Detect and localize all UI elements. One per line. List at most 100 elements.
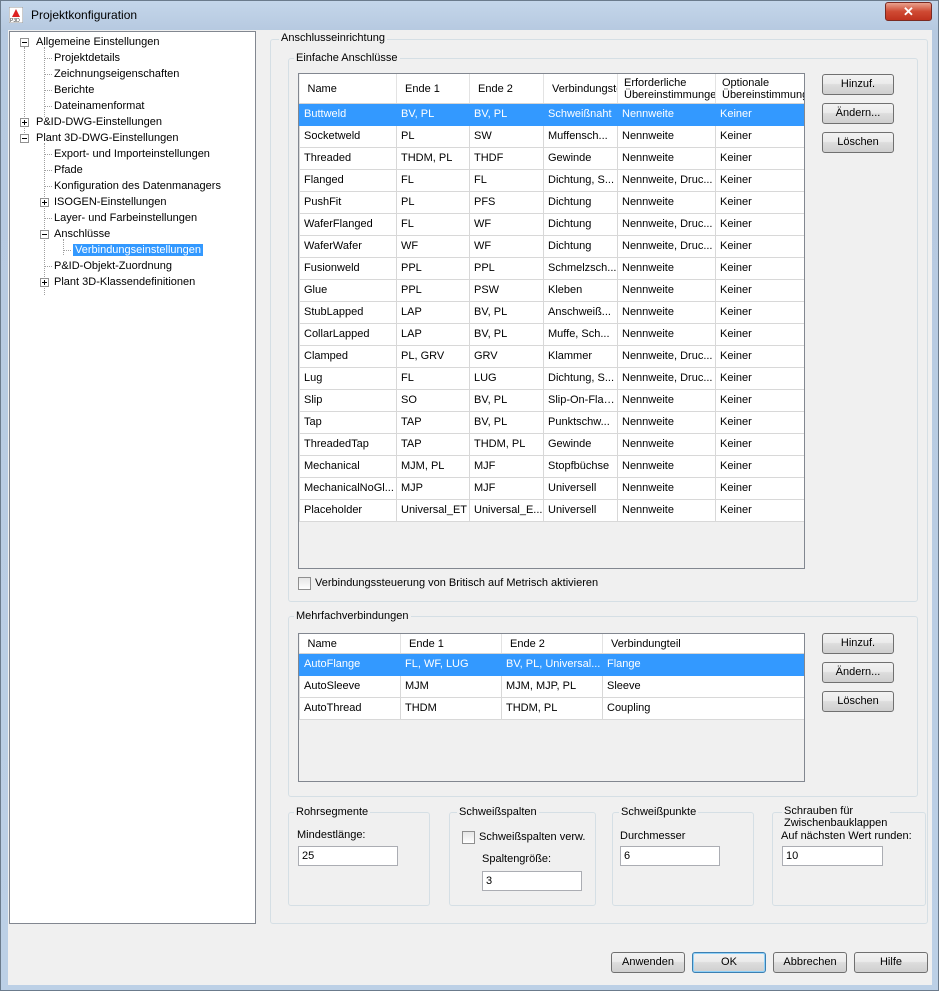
table-cell: Slip-On-Flan... bbox=[543, 389, 618, 412]
multi-connections-grid[interactable]: Name Ende 1 Ende 2 Verbindungteil AutoFlang… bbox=[298, 633, 805, 782]
gap-size-input[interactable]: 3 bbox=[482, 871, 582, 891]
table-row[interactable]: WaferFlanged FL WF Dichtung Nennweite, Druc.… bbox=[299, 213, 804, 236]
table-row[interactable]: StubLapped LAP BV, PL Anschweiß... Nennweite… bbox=[299, 301, 804, 324]
tree-item[interactable]: Konfiguration des Datenmanagers bbox=[54, 178, 221, 194]
column-header-label: Verbindungsteil bbox=[552, 82, 617, 95]
simple-delete-button[interactable]: Löschen bbox=[822, 132, 894, 153]
round-up-input[interactable]: 10 bbox=[782, 846, 883, 866]
table-cell: Stopfbüchse bbox=[543, 455, 618, 478]
tree-item[interactable]: Export- und Importeinstellungen bbox=[54, 146, 210, 162]
column-header[interactable]: Verbindungsteil bbox=[543, 74, 618, 104]
cancel-button[interactable]: Abbrechen bbox=[773, 952, 847, 973]
tree-item[interactable]: Dateinamenformat bbox=[54, 98, 145, 114]
ok-button[interactable]: OK bbox=[692, 952, 766, 973]
table-cell: MJM, PL bbox=[396, 455, 470, 478]
column-header[interactable]: Name bbox=[299, 74, 397, 104]
simple-connections-grid[interactable]: NameEnde 1Ende 2 VerbindungsteilErforderl… bbox=[298, 73, 805, 569]
multi-add-button[interactable]: Hinzuf. bbox=[822, 633, 894, 654]
table-row[interactable]: Threaded THDM, PL THDF Gewinde Nennweite Kein… bbox=[299, 147, 804, 170]
weld-points-title: Schweißpunkte bbox=[619, 806, 699, 818]
table-row[interactable]: Mechanical MJM, PL MJF Stopfbüchse Nennweite… bbox=[299, 455, 804, 478]
simple-add-button[interactable]: Hinzuf. bbox=[822, 74, 894, 95]
tree-item-label: Pfade bbox=[54, 164, 83, 176]
table-cell: Anschweiß... bbox=[543, 301, 618, 324]
column-header[interactable]: Ende 2 bbox=[469, 74, 544, 104]
table-cell: MJF bbox=[469, 477, 544, 500]
table-row[interactable]: AutoSleeve MJM MJM, MJP, PL Sleeve bbox=[299, 675, 804, 698]
table-cell: Nennweite bbox=[617, 125, 716, 148]
expand-icon[interactable] bbox=[40, 278, 49, 287]
expand-icon[interactable] bbox=[20, 118, 29, 127]
collapse-icon[interactable] bbox=[20, 134, 29, 143]
diameter-input[interactable]: 6 bbox=[620, 846, 720, 866]
tree-item[interactable]: P&ID-Objekt-Zuordnung bbox=[54, 258, 172, 274]
table-row[interactable]: Glue PPL PSW Kleben Nennweite Keiner bbox=[299, 279, 804, 302]
table-cell: THDM, PL bbox=[469, 433, 544, 456]
column-header[interactable]: Ende 1 bbox=[396, 74, 470, 104]
simple-edit-button[interactable]: Ändern... bbox=[822, 103, 894, 124]
tree-item[interactable]: Zeichnungseigenschaften bbox=[54, 66, 179, 82]
tree-item[interactable]: Plant 3D-DWG-Einstellungen bbox=[36, 130, 178, 146]
collapse-icon[interactable] bbox=[20, 38, 29, 47]
diameter-label: Durchmesser bbox=[620, 830, 686, 842]
imperial-metric-checkbox[interactable] bbox=[298, 577, 311, 590]
tree-guide-line bbox=[44, 186, 52, 187]
table-cell: Nennweite bbox=[617, 499, 716, 522]
tree-item[interactable]: Layer- und Farbeinstellungen bbox=[54, 210, 197, 226]
table-cell: Schmelzsch... bbox=[543, 257, 618, 280]
tree-item[interactable]: Plant 3D-Klassendefinitionen bbox=[54, 274, 195, 290]
tree-item[interactable]: Allgemeine Einstellungen bbox=[36, 34, 160, 50]
table-cell: Flanged bbox=[299, 169, 397, 192]
column-header[interactable]: Verbindungteil bbox=[602, 634, 804, 654]
table-cell: Nennweite bbox=[617, 477, 716, 500]
table-row[interactable]: AutoFlange FL, WF, LUG BV, PL, Universal..… bbox=[299, 653, 804, 676]
table-cell: Nennweite, Druc... bbox=[617, 169, 716, 192]
table-cell: Nennweite bbox=[617, 147, 716, 170]
table-cell: Nennweite bbox=[617, 411, 716, 434]
multi-edit-button[interactable]: Ändern... bbox=[822, 662, 894, 683]
min-length-input[interactable]: 25 bbox=[298, 846, 398, 866]
use-weld-gaps-checkbox[interactable] bbox=[462, 831, 475, 844]
tree-guide-line bbox=[44, 170, 52, 171]
apply-button[interactable]: Anwenden bbox=[611, 952, 685, 973]
column-header[interactable]: Name bbox=[299, 634, 401, 654]
table-row[interactable]: PushFit PL PFS Dichtung Nennweite Keiner bbox=[299, 191, 804, 214]
table-row[interactable]: ThreadedTap TAP THDM, PL Gewinde Nennweite Ke… bbox=[299, 433, 804, 456]
table-row[interactable]: Buttweld BV, PL BV, PL Schweißnaht Nennweite… bbox=[299, 103, 804, 126]
table-row[interactable]: Tap TAP BV, PL Punktschw... Nennweite Keiner bbox=[299, 411, 804, 434]
settings-tree[interactable]: Allgemeine Einstellungen Projektdetails Ze… bbox=[9, 31, 256, 924]
table-row[interactable]: Lug FL LUG Dichtung, S... Nennweite, Druc...… bbox=[299, 367, 804, 390]
tree-item[interactable]: Projektdetails bbox=[54, 50, 120, 66]
help-button[interactable]: Hilfe bbox=[854, 952, 928, 973]
tree-item[interactable]: Anschlüsse bbox=[54, 226, 110, 242]
tree-guide-line bbox=[63, 250, 71, 251]
table-row[interactable]: CollarLapped LAP BV, PL Muffe, Sch... Nennwe… bbox=[299, 323, 804, 346]
table-row[interactable]: WaferWafer WF WF Dichtung Nennweite, Druc...… bbox=[299, 235, 804, 258]
column-header[interactable]: Ende 1 bbox=[400, 634, 502, 654]
table-cell: Nennweite bbox=[617, 301, 716, 324]
table-row[interactable]: Flanged FL FL Dichtung, S... Nennweite, Druc… bbox=[299, 169, 804, 192]
table-row[interactable]: Fusionweld PPL PPL Schmelzsch... Nennweite Ke… bbox=[299, 257, 804, 280]
table-row[interactable]: Clamped PL, GRV GRV Klammer Nennweite, Druc.… bbox=[299, 345, 804, 368]
tree-item[interactable]: Verbindungseinstellungen bbox=[73, 242, 203, 258]
close-button[interactable]: ✕ bbox=[885, 2, 932, 21]
column-header[interactable]: OptionaleÜbereinstimmungen bbox=[715, 74, 804, 104]
tree-item[interactable]: P&ID-DWG-Einstellungen bbox=[36, 114, 162, 130]
table-cell: PushFit bbox=[299, 191, 397, 214]
table-row[interactable]: AutoThread THDM THDM, PL Coupling bbox=[299, 697, 804, 720]
table-cell: Keiner bbox=[715, 433, 804, 456]
table-cell: PPL bbox=[469, 257, 544, 280]
expand-icon[interactable] bbox=[40, 198, 49, 207]
table-row[interactable]: MechanicalNoGl... MJP MJF Universell Nennwei… bbox=[299, 477, 804, 500]
tree-item[interactable]: Berichte bbox=[54, 82, 94, 98]
column-header[interactable]: Erforderliche Übereinstimmungen bbox=[617, 74, 716, 104]
table-row[interactable]: Socketweld PL SW Muffensch... Nennweite Keine… bbox=[299, 125, 804, 148]
multi-delete-button[interactable]: Löschen bbox=[822, 691, 894, 712]
collapse-icon[interactable] bbox=[40, 230, 49, 239]
table-row[interactable]: Placeholder Universal_ET Universal_E... Uni… bbox=[299, 499, 804, 522]
tree-item[interactable]: ISOGEN-Einstellungen bbox=[54, 194, 167, 210]
column-header[interactable]: Ende 2 bbox=[501, 634, 603, 654]
tree-item[interactable]: Pfade bbox=[54, 162, 83, 178]
table-row[interactable]: Slip SO BV, PL Slip-On-Flan... Nennweite Kein… bbox=[299, 389, 804, 412]
table-cell: Keiner bbox=[715, 499, 804, 522]
